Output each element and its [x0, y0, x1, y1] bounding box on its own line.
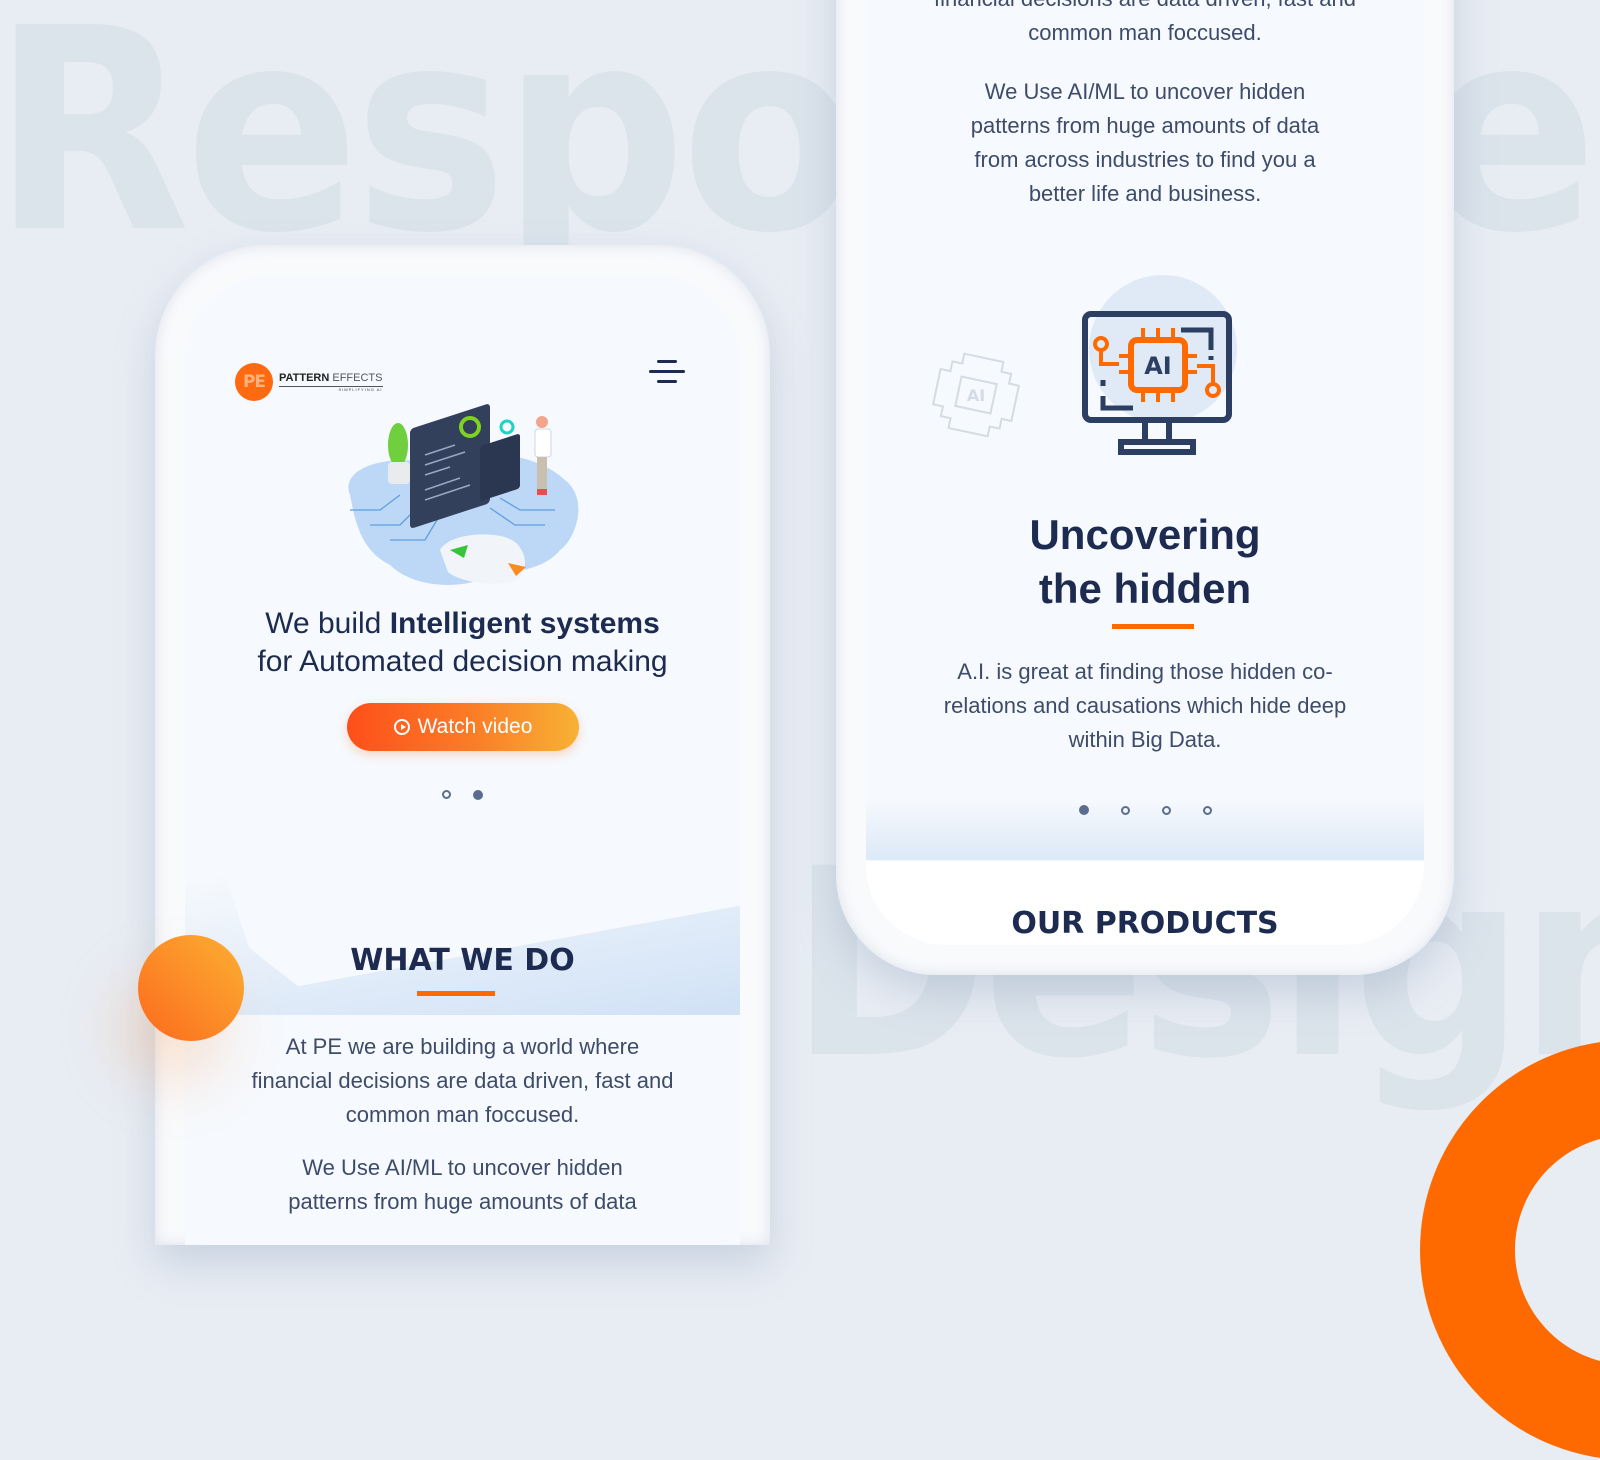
plant-leaves — [388, 423, 408, 467]
text-line: common man foccused. — [345, 1102, 580, 1127]
carousel-dot-1-active[interactable] — [1078, 805, 1089, 815]
logo-wordmark: PATTERN EFFECTS SIMPLIFYING AI — [279, 371, 383, 392]
text-line: within Big Data. — [1068, 727, 1222, 752]
text-line: from across industries to find you a — [974, 147, 1316, 172]
carousel-dot-2-active[interactable] — [473, 790, 483, 800]
feature-title-line-2: the hidden — [1038, 565, 1252, 612]
text-line: common man foccused. — [1028, 20, 1262, 45]
text-line: A.I. is great at finding those hidden co… — [957, 659, 1333, 684]
watch-video-label: Watch video — [417, 715, 533, 738]
ai-label: AI — [1144, 352, 1172, 380]
text-line: We Use AI/ML to uncover hidden — [302, 1155, 623, 1180]
logo-name-light: EFFECTS — [332, 371, 383, 384]
feature-description: A.I. is great at finding those hidden co… — [866, 655, 1424, 757]
play-circle-icon — [393, 719, 410, 735]
person-head — [536, 416, 548, 428]
hero-title-bold: Intelligent systems — [389, 607, 660, 640]
mobile-mockup-left: PE PATTERN EFFECTS SIMPLIFYING AI We bui… — [155, 245, 770, 1245]
hero-illustration — [348, 404, 579, 585]
mobile-screen-home: PE PATTERN EFFECTS SIMPLIFYING AI We bui… — [185, 275, 740, 1245]
logo-mark: PE — [235, 363, 273, 401]
feature-title: Uncovering the hidden — [866, 508, 1424, 616]
text-line: patterns from huge amounts of data — [970, 113, 1320, 138]
mobile-mockup-right: financial decisions are data driven, fas… — [836, 0, 1454, 975]
feature-carousel-dots — [866, 805, 1424, 815]
our-products-section: OUR PRODUCTS — [866, 861, 1424, 945]
what-we-do-title: WHAT WE DO — [350, 943, 575, 978]
menu-line-middle — [649, 370, 685, 373]
person-body — [534, 428, 552, 458]
text-line: At PE we are building a world where — [285, 1034, 640, 1059]
decorative-orange-ball — [138, 935, 244, 1041]
carousel-dot-1[interactable] — [442, 790, 451, 799]
carousel-dot-3[interactable] — [1161, 805, 1171, 815]
text-line: financial decisions are data driven, fas… — [251, 1068, 674, 1093]
logo-name-bold: PATTERN — [279, 371, 330, 384]
mobile-screen-features: financial decisions are data driven, fas… — [866, 0, 1424, 945]
our-products-title: OUR PRODUCTS — [1011, 906, 1279, 941]
faded-ai-label: AI — [967, 386, 985, 405]
logo-tagline: SIMPLIFYING AI — [279, 385, 383, 392]
hero-headline: We build Intelligent systems for Automat… — [185, 605, 740, 681]
text-line: We Use AI/ML to uncover hidden — [984, 79, 1306, 104]
what-we-do-underline — [417, 991, 495, 996]
text-line: patterns from huge amounts of data — [288, 1189, 637, 1214]
hamburger-menu-icon[interactable] — [649, 357, 685, 387]
brand-logo[interactable]: PE PATTERN EFFECTS SIMPLIFYING AI — [235, 363, 383, 401]
menu-line-bottom — [657, 380, 677, 383]
what-we-do-paragraph-1: At PE we are building a world where fina… — [185, 1030, 740, 1132]
intro-paragraph-2: We Use AI/ML to uncover hidden patterns … — [866, 75, 1424, 211]
hero-slanted-background — [185, 775, 740, 1015]
carousel-dot-2[interactable] — [1120, 805, 1130, 815]
chart-ring-teal — [499, 419, 515, 435]
hero-title-line2: for Automated decision making — [257, 645, 668, 678]
feature-title-underline — [1112, 624, 1194, 629]
faded-ai-chip-icon: AI — [931, 352, 1021, 438]
person-shoes — [537, 489, 547, 495]
intro-paragraph-tail: financial decisions are data driven, fas… — [866, 0, 1424, 50]
carousel-dot-4[interactable] — [1202, 805, 1212, 815]
menu-line-top — [657, 360, 677, 363]
plant-pot — [388, 462, 410, 484]
feature-title-line-1: Uncovering — [1029, 511, 1261, 558]
what-we-do-paragraph-2: We Use AI/ML to uncover hidden patterns … — [185, 1151, 740, 1219]
hero-carousel-dots — [185, 790, 740, 800]
hero-title-prefix: We build — [265, 607, 390, 640]
watch-video-button[interactable]: Watch video — [347, 703, 579, 751]
text-line: better life and business. — [1028, 181, 1262, 206]
text-line: financial decisions are data driven, fas… — [866, 0, 1424, 16]
person-legs — [537, 457, 547, 489]
text-line: relations and causations which hide deep — [943, 693, 1347, 718]
ai-monitor-icon: AI — [1082, 311, 1232, 455]
